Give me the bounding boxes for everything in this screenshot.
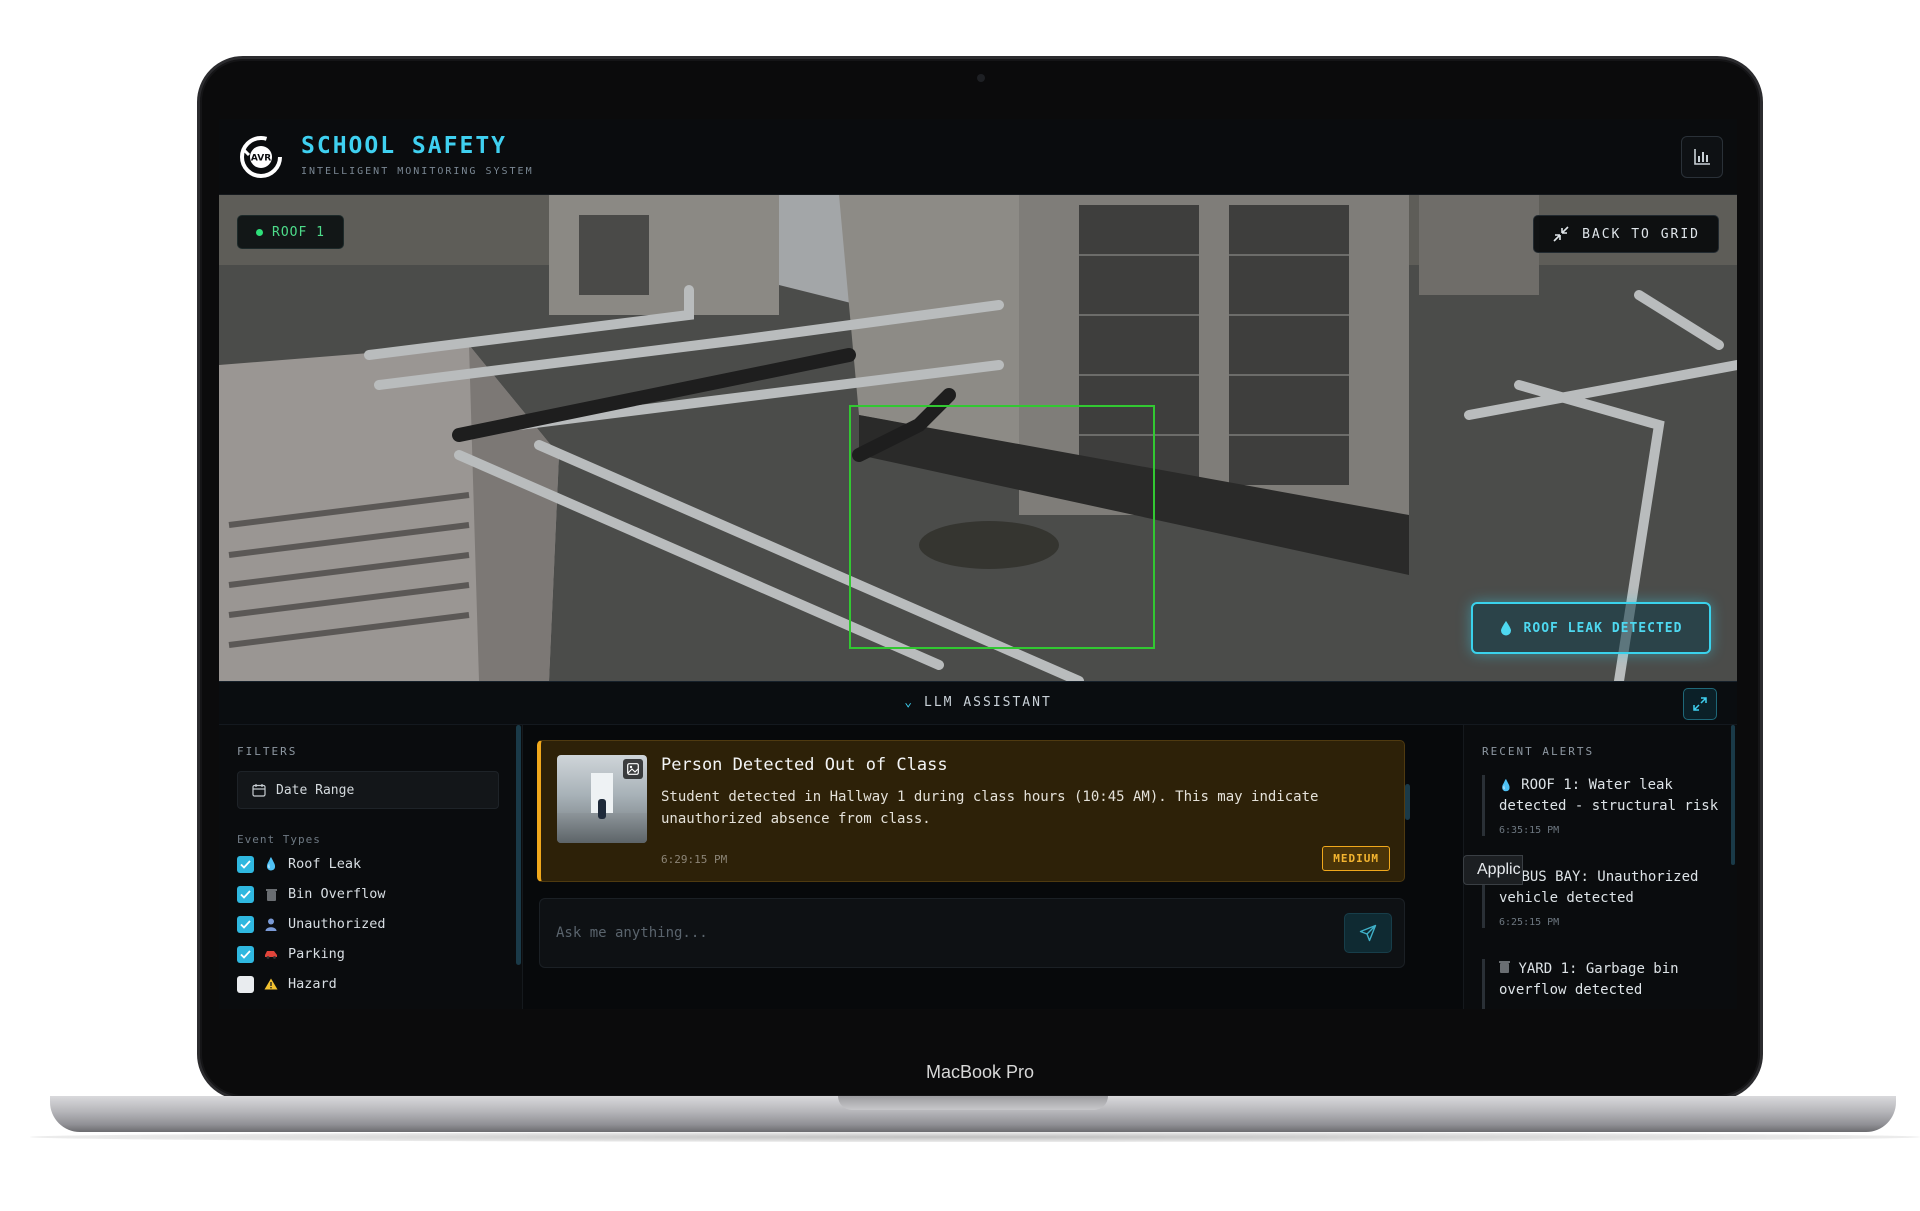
- recent-alert-text: ROOF 1: Water leak detected - structural…: [1499, 777, 1719, 814]
- checkbox-checked[interactable]: [237, 945, 254, 963]
- llm-assistant-bar[interactable]: ⌄ LLM ASSISTANT: [219, 681, 1737, 725]
- alert-card-time: 6:29:15 PM: [661, 853, 728, 866]
- alerts-scrollbar[interactable]: [1731, 725, 1735, 865]
- chat-input[interactable]: [552, 911, 1312, 955]
- checkbox-checked[interactable]: [237, 855, 254, 873]
- laptop-shadow: [30, 1132, 1920, 1142]
- expand-assistant-button[interactable]: [1683, 688, 1717, 720]
- llm-assistant-toggle[interactable]: ⌄ LLM ASSISTANT: [219, 695, 1737, 710]
- event-filter-label: Roof Leak: [288, 856, 362, 872]
- alert-card-body: Student detected in Hallway 1 during cla…: [661, 789, 1319, 827]
- recent-alert-time: 6:25:15 PM: [1499, 917, 1560, 928]
- filters-panel: FILTERS Date Range Event Types 💧 Roof Le…: [219, 725, 523, 1009]
- detection-bounding-box: [849, 405, 1155, 649]
- recent-alert-item[interactable]: 💧 ROOF 1: Water leak detected - structur…: [1482, 775, 1726, 836]
- event-filter-label: Parking: [288, 946, 345, 962]
- car-icon: [264, 949, 278, 959]
- recent-alert-text: BUS BAY: Unauthorized vehicle detected: [1499, 869, 1699, 906]
- logo-text: AVR: [251, 154, 271, 164]
- app-title: SCHOOL SAFETY: [301, 133, 508, 159]
- recent-alert-text: YARD 1: Garbage bin overflow detected: [1499, 961, 1679, 998]
- event-filter-unauthorized[interactable]: Unauthorized: [237, 909, 386, 939]
- camera-name: ROOF 1: [272, 224, 325, 240]
- camera-name-badge: ROOF 1: [237, 215, 344, 249]
- collapse-arrows-icon: [1553, 226, 1569, 242]
- calendar-icon: [252, 784, 266, 797]
- event-filter-bin-overflow[interactable]: Bin Overflow: [237, 879, 386, 909]
- alert-message-card[interactable]: Person Detected Out of Class Student det…: [537, 740, 1405, 882]
- recent-alert-item[interactable]: YARD 1: Garbage bin overflow detected: [1482, 959, 1726, 1009]
- event-filter-parking[interactable]: Parking: [237, 939, 386, 969]
- filters-heading: FILTERS: [237, 745, 298, 758]
- image-icon[interactable]: [623, 759, 643, 779]
- event-filter-label: Bin Overflow: [288, 886, 386, 902]
- alert-thumbnail[interactable]: [557, 755, 647, 843]
- checkbox-checked[interactable]: [237, 915, 254, 933]
- chevron-down-icon: ⌄: [904, 695, 915, 710]
- event-filter-label: Hazard: [288, 976, 337, 992]
- event-filter-label: Unauthorized: [288, 916, 386, 932]
- droplet-icon: 💧: [263, 857, 279, 871]
- recent-alerts-heading: RECENT ALERTS: [1482, 745, 1595, 758]
- app-header: AVR SCHOOL SAFETY INTELLIGENT MONITORING…: [219, 119, 1737, 195]
- live-indicator-icon: [256, 228, 263, 236]
- roof-leak-detected-badge[interactable]: ROOF LEAK DETECTED: [1471, 602, 1711, 654]
- bar-chart-icon: [1694, 149, 1710, 165]
- expand-icon: [1693, 697, 1707, 711]
- event-types-heading: Event Types: [237, 833, 321, 846]
- chat-scrollbar[interactable]: [1405, 784, 1410, 820]
- warning-icon: [264, 978, 278, 990]
- event-filter-hazard[interactable]: Hazard: [237, 969, 386, 999]
- droplet-icon: 💧: [1499, 779, 1513, 792]
- overlay-tag[interactable]: Applic: [1463, 855, 1523, 885]
- device-label: MacBook Pro: [925, 1062, 1035, 1082]
- event-type-list: 💧 Roof Leak Bin Overflow Unauthorized Pa…: [237, 849, 386, 999]
- recent-alert-time: 6:35:15 PM: [1499, 825, 1560, 836]
- back-to-grid-button[interactable]: BACK TO GRID: [1533, 215, 1719, 253]
- trash-icon: [264, 888, 278, 901]
- severity-badge: MEDIUM: [1322, 846, 1390, 871]
- app-subtitle: INTELLIGENT MONITORING SYSTEM: [301, 166, 534, 177]
- trash-icon: [1499, 961, 1510, 977]
- send-button[interactable]: [1344, 913, 1392, 953]
- stats-button[interactable]: [1681, 136, 1723, 178]
- laptop-base-notch: [838, 1096, 1108, 1110]
- event-filter-roof-leak[interactable]: 💧 Roof Leak: [237, 849, 386, 879]
- checkbox-unchecked[interactable]: [237, 975, 254, 993]
- chat-input-box: [539, 898, 1405, 968]
- person-icon: [264, 918, 278, 931]
- filters-scrollbar[interactable]: [516, 725, 521, 965]
- person-figure: [598, 799, 606, 819]
- send-icon: [1359, 924, 1377, 942]
- date-range-label: Date Range: [276, 782, 355, 798]
- detection-label: ROOF LEAK DETECTED: [1523, 620, 1683, 636]
- droplet-icon: [1500, 621, 1511, 636]
- camera-feed[interactable]: ROOF 1 BACK TO GRID ROOF LEAK DETECTED: [219, 195, 1737, 681]
- alert-card-title: Person Detected Out of Class: [661, 755, 948, 775]
- back-to-grid-label: BACK TO GRID: [1582, 226, 1700, 242]
- date-range-picker[interactable]: Date Range: [237, 771, 499, 809]
- llm-assistant-label: LLM ASSISTANT: [924, 695, 1052, 710]
- checkbox-checked[interactable]: [237, 885, 254, 903]
- avr-logo-icon: AVR: [240, 136, 282, 178]
- webcam-dot: [977, 74, 985, 82]
